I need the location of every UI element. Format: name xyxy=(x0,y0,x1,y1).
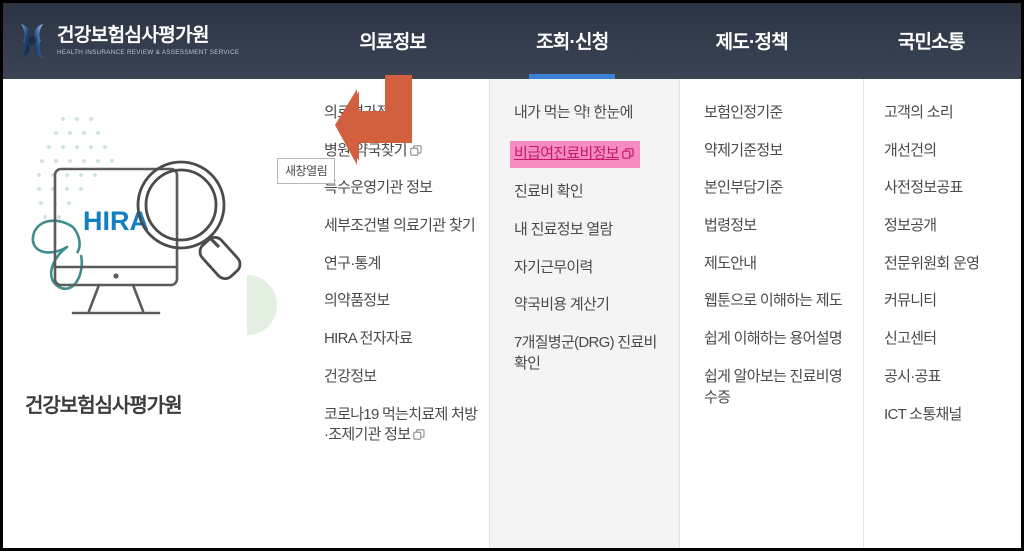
menu-item-label: 병원·약국찾기 xyxy=(324,141,408,159)
menu-item-covid19-treatment-org[interactable]: 코로나19 먹는치료제 처방·조제기관 정보 xyxy=(324,405,479,446)
menu-item-my-treatment-info-view[interactable]: 내 진료정보 열람 xyxy=(514,220,613,241)
menu-item-label: 세부조건별 의료기관 찾기 xyxy=(324,217,476,235)
hira-megamenu-screen: 건강보험심사평가원 HEALTH INSURANCE REVIEW & ASSE… xyxy=(0,0,1024,551)
menu-item-label: 보험인정기준 xyxy=(704,104,783,121)
nav-tab-system-policy[interactable]: 제도·정책 xyxy=(662,3,842,79)
menu-item-label: 진료비 확인 xyxy=(514,183,584,201)
menu-item-special-org-info[interactable]: 특수운영기관 정보 xyxy=(324,178,433,199)
menu-item-label: 코로나19 먹는치료제 처방·조제기관 정보 xyxy=(324,405,478,444)
menu-item-hira-electronic-data[interactable]: HIRA 전자자료 xyxy=(324,329,413,350)
menu-item-label: 사전정보공표 xyxy=(884,179,963,197)
menu-item-drg-treatment-cost-check[interactable]: 7개질병군(DRG) 진료비 확인 xyxy=(514,333,669,374)
menu-item-improvement-suggestion[interactable]: 개선건의 xyxy=(884,141,937,162)
menu-item-label: 내가 먹는 약! 한눈에 xyxy=(514,104,633,121)
menu-item-own-work-history[interactable]: 자기근무이력 xyxy=(514,258,593,279)
menu-item-label: 커뮤니티 xyxy=(884,292,937,310)
menu-item-health-info[interactable]: 건강정보 xyxy=(324,367,377,388)
menu-item-community[interactable]: 커뮤니티 xyxy=(884,291,937,312)
menu-item-label: 신고센터 xyxy=(884,330,937,348)
menu-item-hospital-pharmacy-search[interactable]: 병원·약국찾기 xyxy=(324,141,422,162)
nav-tab-label: 의료정보 xyxy=(359,31,427,53)
menu-item-label: 고객의 소리 xyxy=(884,104,954,121)
menu-item-non-covered-treatment-cost-info[interactable]: 비급여진료비정보 xyxy=(510,140,640,169)
menu-item-label: 비급여진료비정보 xyxy=(514,144,620,162)
menu-item-label: 쉽게 알아보는 진료비영수증 xyxy=(704,367,843,406)
menu-item-info-disclosure[interactable]: 정보공개 xyxy=(884,216,937,237)
menu-item-drug-standard-info[interactable]: 약제기준정보 xyxy=(704,141,783,162)
promo-caption: 건강보험심사평가원 xyxy=(25,395,183,417)
half-circle-icon xyxy=(247,275,277,335)
menu-item-label: 쉽게 이해하는 용어설명 xyxy=(704,330,843,348)
promo-illustration: HIRA 건강보험심사평가원 xyxy=(3,79,300,548)
mega-menu-panel: HIRA 건강보험심사평가원 의료평가정보 병원·약국찾기 특수운영기관 정보 … xyxy=(3,75,1021,548)
menu-item-label: ICT 소통채널 xyxy=(884,405,962,423)
menu-item-treatment-cost-check[interactable]: 진료비 확인 xyxy=(514,182,584,203)
menu-item-label: 전문위원회 운영 xyxy=(884,254,980,272)
brand-title: 건강보험심사평가원 xyxy=(57,24,210,46)
menu-item-public-notice[interactable]: 공시·공표 xyxy=(884,367,941,388)
menu-item-label: 본인부담기준 xyxy=(704,179,783,197)
menu-item-pharmacy-cost-calculator[interactable]: 약국비용 계산기 xyxy=(514,295,610,316)
menu-item-label: 법령정보 xyxy=(704,217,757,235)
menu-item-medical-eval-info[interactable]: 의료평가정보 xyxy=(324,103,403,124)
new-window-tooltip: 새창열림 xyxy=(277,158,336,184)
menu-item-label: 연구·통계 xyxy=(324,254,381,272)
menu-item-my-medicine-at-a-glance[interactable]: 내가 먹는 약! 한눈에 xyxy=(514,103,633,124)
menu-item-label: 약제기준정보 xyxy=(704,141,783,159)
menu-item-system-guide[interactable]: 제도안내 xyxy=(704,254,757,275)
menu-item-label: 7개질병군(DRG) 진료비 확인 xyxy=(514,334,657,372)
menu-item-label: 약국비용 계산기 xyxy=(514,296,610,314)
menu-item-label: 내 진료정보 열람 xyxy=(514,221,613,239)
brand-logo[interactable]: 건강보험심사평가원 HEALTH INSURANCE REVIEW & ASSE… xyxy=(3,22,303,60)
nav-tab-medical-info[interactable]: 의료정보 xyxy=(303,3,483,79)
menu-column-inquiry-apply: 내가 먹는 약! 한눈에 비급여진료비정보 진료비 확인 내 진료정보 열람 자… xyxy=(490,79,680,548)
nav-tab-label: 국민소통 xyxy=(897,31,966,53)
menu-item-label: 의약품정보 xyxy=(324,292,390,310)
menu-item-self-payment-standard[interactable]: 본인부담기준 xyxy=(704,178,783,199)
menu-item-label: 건강정보 xyxy=(324,367,377,385)
nav-tab-label: 조회·신청 xyxy=(536,31,609,53)
menu-item-label: 공시·공표 xyxy=(884,367,941,385)
menu-item-label: HIRA 전자자료 xyxy=(324,330,413,348)
menu-column-system-policy: 보험인정기준 약제기준정보 본인부담기준 법령정보 제도안내 웹툰으로 이해하는… xyxy=(680,79,864,548)
primary-nav: 의료정보 조회·신청 제도·정책 국민소통 xyxy=(303,3,1021,79)
nav-tab-label: 제도·정책 xyxy=(715,31,789,53)
magnifier-icon xyxy=(136,160,242,280)
menu-item-report-center[interactable]: 신고센터 xyxy=(884,329,937,350)
menu-item-advance-info-disclosure[interactable]: 사전정보공표 xyxy=(884,178,963,199)
hira-ribbon-logo-icon xyxy=(17,22,47,60)
menu-item-detailed-condition-search[interactable]: 세부조건별 의료기관 찾기 xyxy=(324,216,476,237)
ribbon-icon xyxy=(31,219,84,291)
menu-item-easy-receipt-guide[interactable]: 쉽게 알아보는 진료비영수증 xyxy=(704,367,853,408)
new-window-icon xyxy=(413,427,425,440)
menu-item-label: 웹툰으로 이해하는 제도 xyxy=(704,292,843,310)
menu-item-label: 정보공개 xyxy=(884,217,937,235)
menu-item-webtoon-system[interactable]: 웹툰으로 이해하는 제도 xyxy=(704,291,843,312)
nav-tab-public-communication[interactable]: 국민소통 xyxy=(842,3,1022,79)
menu-item-label: 특수운영기관 정보 xyxy=(324,179,433,197)
menu-item-voice-of-customer[interactable]: 고객의 소리 xyxy=(884,103,954,124)
nav-tab-inquiry-apply[interactable]: 조회·신청 xyxy=(483,3,663,79)
new-window-icon xyxy=(410,143,422,156)
menu-item-label: 자기근무이력 xyxy=(514,258,593,276)
menu-item-label: 제도안내 xyxy=(704,254,757,272)
menu-item-insurance-approval-standard[interactable]: 보험인정기준 xyxy=(704,103,783,124)
menu-item-research-statistics[interactable]: 연구·통계 xyxy=(324,254,381,275)
promo-artwork: HIRA xyxy=(11,97,291,387)
menu-item-drug-info[interactable]: 의약품정보 xyxy=(324,291,390,312)
brand-subtitle: HEALTH INSURANCE REVIEW & ASSESSMENT SER… xyxy=(57,49,240,57)
menu-item-label: 개선건의 xyxy=(884,141,937,159)
menu-item-legal-info[interactable]: 법령정보 xyxy=(704,216,757,237)
menu-column-public-communication: 고객의 소리 개선건의 사전정보공표 정보공개 전문위원회 운영 커뮤니티 신고… xyxy=(864,79,1021,548)
menu-item-easy-terms-explanation[interactable]: 쉽게 이해하는 용어설명 xyxy=(704,329,843,350)
menu-column-medical-info: 의료평가정보 병원·약국찾기 특수운영기관 정보 세부조건별 의료기관 찾기 연… xyxy=(300,79,490,548)
site-header: 건강보험심사평가원 HEALTH INSURANCE REVIEW & ASSE… xyxy=(3,3,1021,79)
new-window-icon xyxy=(622,146,634,159)
menu-item-label: 의료평가정보 xyxy=(324,104,403,121)
menu-item-expert-committee-operation[interactable]: 전문위원회 운영 xyxy=(884,254,980,275)
menu-item-ict-channel[interactable]: ICT 소통채널 xyxy=(884,405,962,426)
